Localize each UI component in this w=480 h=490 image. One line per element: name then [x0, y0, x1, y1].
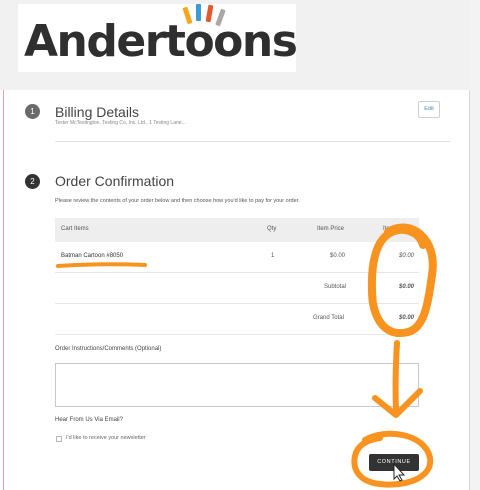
cart-table-header: Cart Items Qty Item Price Item	[55, 218, 419, 242]
left-border	[3, 90, 4, 490]
subtotal-label: Subtotal	[324, 284, 347, 290]
cart-item-qty: 1	[271, 253, 275, 259]
subtotal-value: $0.00	[399, 284, 415, 290]
cart-item-total: $0.00	[399, 253, 415, 259]
grand-total-label: Grand Total	[313, 315, 344, 321]
edit-billing-button[interactable]: Edit	[418, 101, 440, 118]
step-2-badge: 2	[25, 174, 40, 189]
cart-table: Cart Items Qty Item Price Item Batman Ca…	[55, 218, 419, 335]
grand-total-value: $0.00	[399, 315, 415, 321]
header-item-price: Item Price	[317, 226, 345, 232]
step-1-badge: 1	[25, 104, 40, 119]
cart-item-name[interactable]: Batman Cartoon #8050	[61, 253, 123, 259]
section-divider	[55, 141, 451, 142]
billing-summary: Tester McTestington, Testing Co, Inc. Lt…	[55, 120, 186, 126]
window-edge	[470, 0, 480, 490]
header-item-total: Item	[383, 226, 395, 232]
comments-textarea[interactable]	[55, 363, 419, 407]
andertoons-logo[interactable]: Andertoons	[18, 4, 298, 72]
confirmation-instructions: Please review the contents of your order…	[55, 198, 300, 204]
billing-title: Billing Details	[55, 104, 140, 120]
table-row: Batman Cartoon #8050 1 $0.00 $0.00	[55, 242, 419, 273]
confirmation-title: Order Confirmation	[55, 173, 175, 189]
subtotal-row: Subtotal $0.00	[55, 273, 419, 304]
header-qty: Qty	[267, 226, 277, 232]
header-cart-items: Cart Items	[61, 226, 89, 232]
logo-text: Andertoons	[24, 16, 298, 67]
checkout-page: Andertoons 1 Billing Details Tester McTe…	[0, 0, 470, 490]
newsletter-checkbox[interactable]	[56, 436, 62, 442]
grand-total-row: Grand Total $0.00	[55, 304, 419, 335]
cart-item-price: $0.00	[330, 253, 346, 259]
newsletter-checkbox-label[interactable]: I'd like to receive your newsletter	[66, 435, 146, 441]
newsletter-heading: Hear From Us Via Email?	[55, 417, 123, 423]
comments-label: Order Instructions/Comments (Optional)	[55, 346, 162, 352]
continue-button[interactable]: CONTINUE	[369, 454, 419, 471]
